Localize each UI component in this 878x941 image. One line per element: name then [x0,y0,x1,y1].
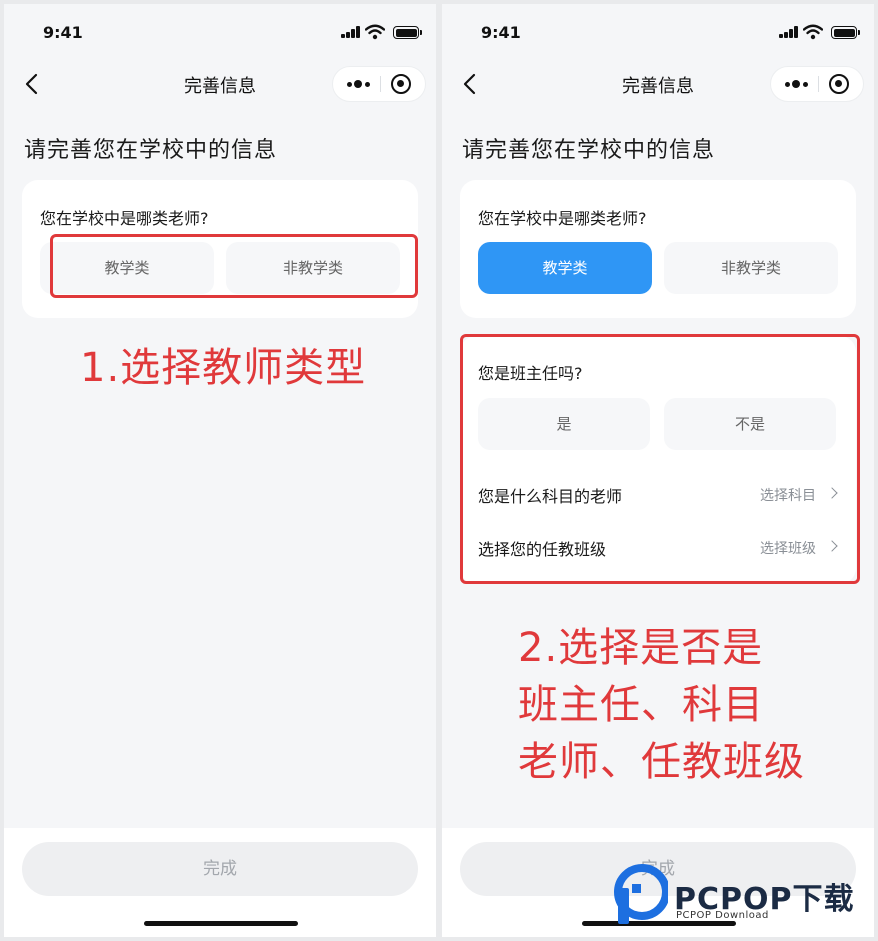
pcpop-watermark: PCPOP下载 PCPOP Download [610,862,878,932]
footer: 完成 [4,828,436,937]
close-mini-program-icon[interactable] [829,74,849,94]
page-title: 请完善您在学校中的信息 [462,138,716,163]
wifi-icon [365,24,385,40]
home-indicator [144,921,298,926]
close-mini-program-icon[interactable] [391,74,411,94]
watermark-subtitle: PCPOP Download [676,910,769,921]
battery-icon [393,26,422,39]
teacher-type-question: 您在学校中是哪类老师? [40,209,209,228]
mini-program-capsule [770,66,864,102]
capsule-divider [380,76,381,92]
wifi-icon [803,24,823,40]
status-bar: 9:41 [442,4,874,56]
status-time: 9:41 [43,23,83,42]
done-button[interactable]: 完成 [22,842,418,896]
status-time: 9:41 [481,23,521,42]
pcpop-logo-icon [614,864,668,924]
annotation-step1: 1.选择教师类型 [80,345,367,391]
nav-bar: 完善信息 [442,60,874,108]
status-bar: 9:41 [4,4,436,56]
teacher-type-option-teaching-selected[interactable]: 教学类 [478,242,652,294]
phone-screen-step2: 9:41 完善信息 请完善您在学校中的信息 您在学校中是哪类老师? 教学类 非教… [442,4,874,937]
more-dots-icon[interactable] [337,67,379,101]
mini-program-capsule [332,66,426,102]
phone-screen-step1: 9:41 完善信息 请完善您在学校中的信息 您在学校中是哪类老师? 教学类 非教… [4,4,436,937]
annotation-step2-line: 班主任、科目 [518,682,764,728]
cellular-signal-icon [341,26,361,38]
cellular-signal-icon [779,26,799,38]
teacher-type-question: 您在学校中是哪类老师? [478,209,647,228]
annotation-step2: 2.选择是否是 班主任、科目 老师、任教班级 [518,620,805,791]
teacher-type-option-non-teaching[interactable]: 非教学类 [664,242,838,294]
capsule-divider [818,76,819,92]
annotation-step2-line: 老师、任教班级 [518,739,805,785]
annotation-step2-line: 2.选择是否是 [518,625,764,671]
more-dots-icon[interactable] [775,67,817,101]
annotation-highlight-box [460,334,860,584]
battery-icon [831,26,860,39]
teacher-type-card: 您在学校中是哪类老师? 教学类 非教学类 [460,180,856,318]
annotation-highlight-box [50,234,418,298]
nav-bar: 完善信息 [4,60,436,108]
page-title: 请完善您在学校中的信息 [24,138,278,163]
